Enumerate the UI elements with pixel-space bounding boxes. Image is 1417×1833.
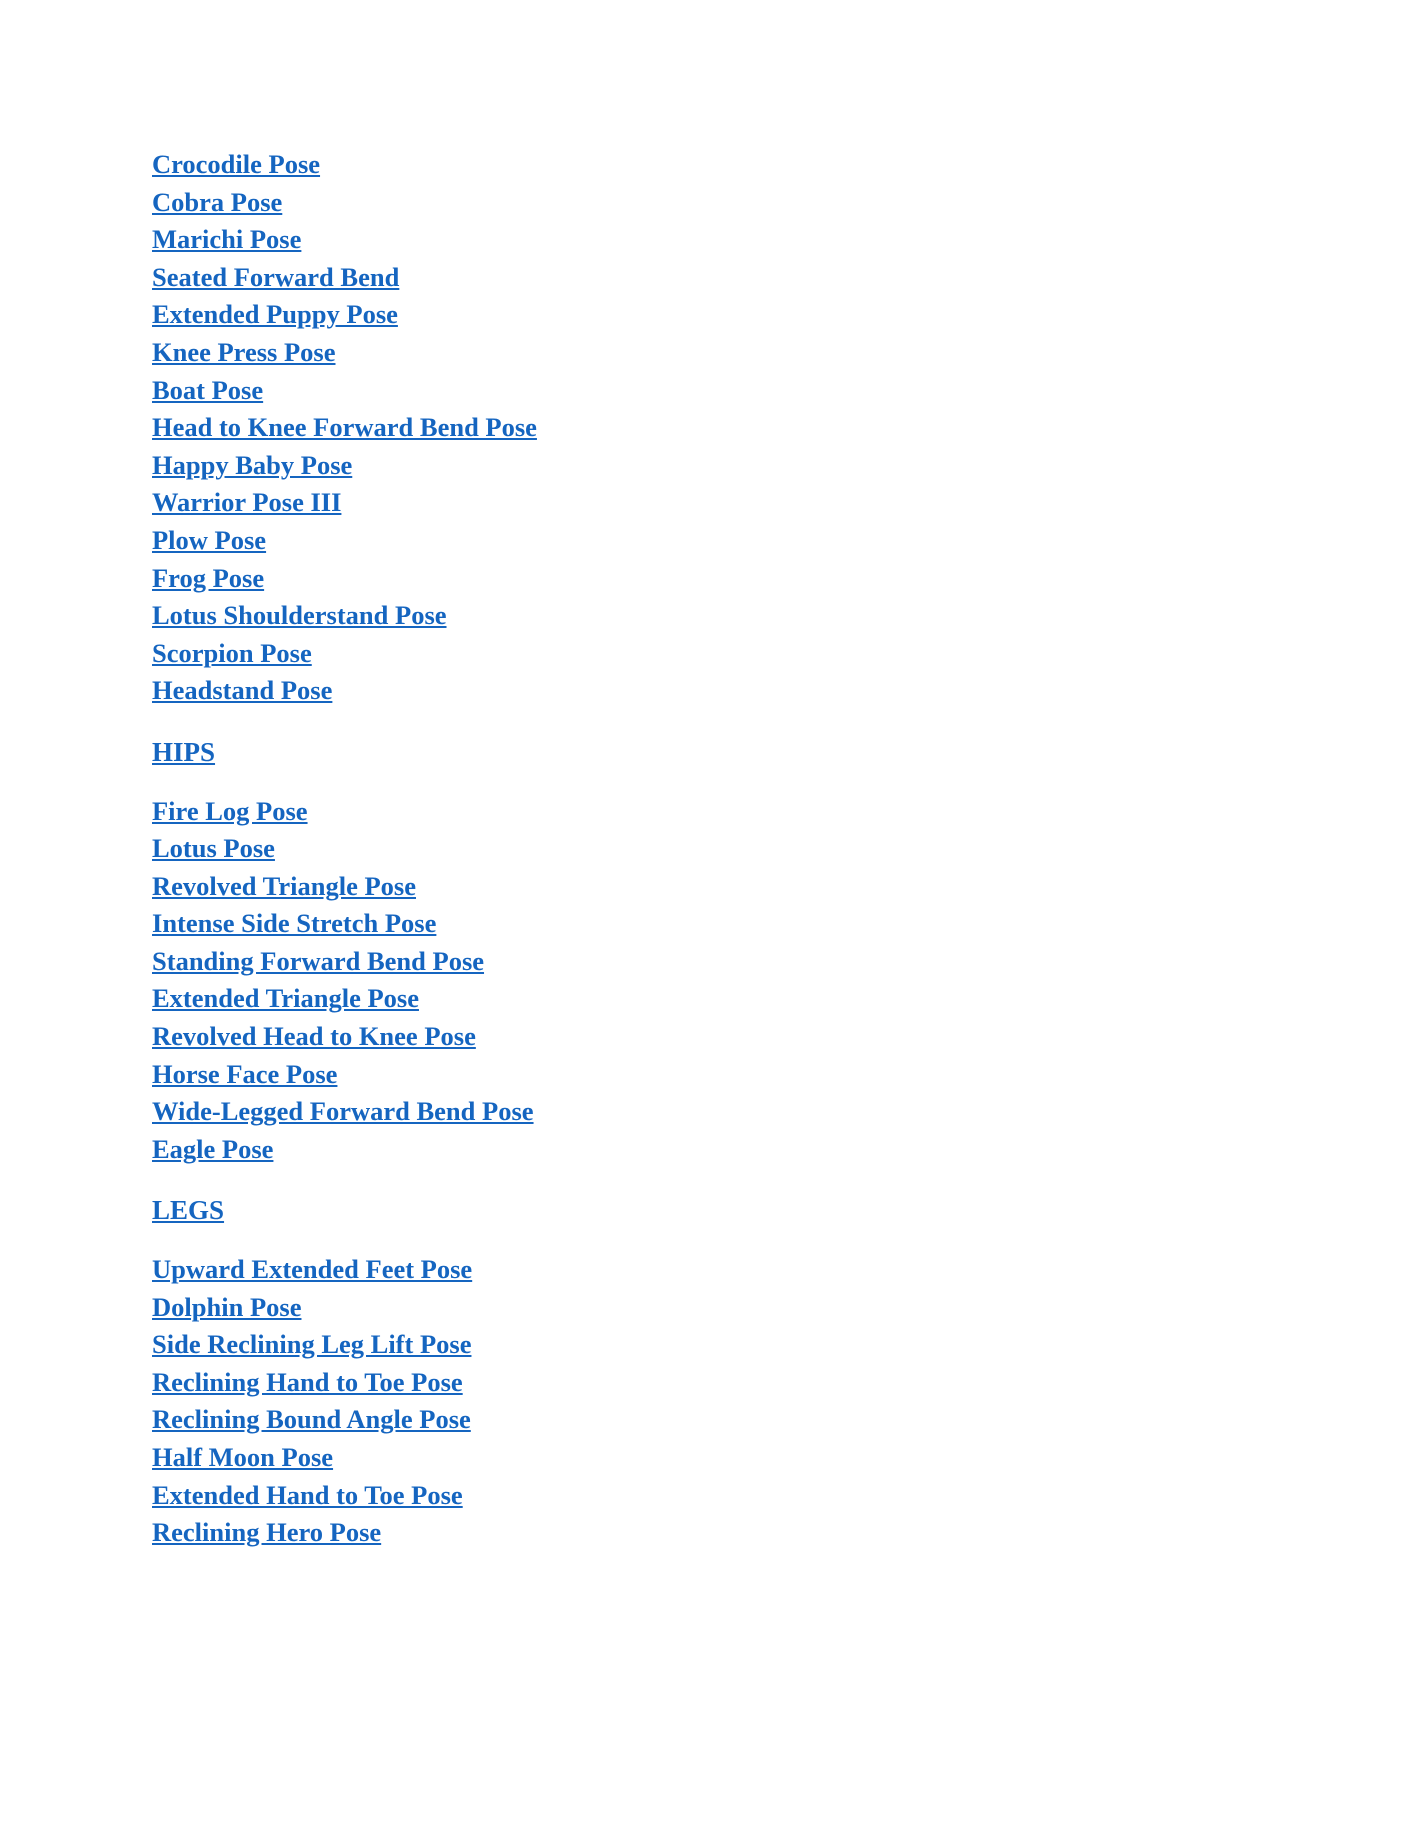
list-item: Boat Pose: [152, 374, 1262, 412]
list-item: Frog Pose: [152, 562, 1262, 600]
list-item: Warrior Pose III: [152, 486, 1262, 524]
list-item: Extended Hand to Toe Pose: [152, 1479, 1262, 1517]
pose-link-extended-triangle-pose[interactable]: Extended Triangle Pose: [152, 983, 419, 1013]
pose-link-seated-forward-bend[interactable]: Seated Forward Bend: [152, 262, 399, 292]
list-item: Seated Forward Bend: [152, 261, 1262, 299]
pose-link-revolved-head-to-knee-pose[interactable]: Revolved Head to Knee Pose: [152, 1021, 476, 1051]
heading-spacer: [152, 770, 1262, 795]
pose-section-hips: HIPS Fire Log Pose Lotus Pose Revolved T…: [152, 736, 1262, 1171]
list-item: Cobra Pose: [152, 186, 1262, 224]
list-item: Extended Triangle Pose: [152, 982, 1262, 1020]
pose-link-extended-hand-to-toe-pose[interactable]: Extended Hand to Toe Pose: [152, 1480, 463, 1510]
list-item: Headstand Pose: [152, 674, 1262, 712]
pose-link-extended-puppy-pose[interactable]: Extended Puppy Pose: [152, 299, 398, 329]
list-item: Revolved Triangle Pose: [152, 870, 1262, 908]
pose-link-lotus-shoulderstand-pose[interactable]: Lotus Shoulderstand Pose: [152, 600, 447, 630]
pose-link-standing-forward-bend-pose[interactable]: Standing Forward Bend Pose: [152, 946, 484, 976]
list-item: Wide-Legged Forward Bend Pose: [152, 1095, 1262, 1133]
list-item: Crocodile Pose: [152, 148, 1262, 186]
section-heading-hips-link[interactable]: HIPS: [152, 737, 215, 767]
list-item: Fire Log Pose: [152, 795, 1262, 833]
list-item: Standing Forward Bend Pose: [152, 945, 1262, 983]
pose-link-headstand-pose[interactable]: Headstand Pose: [152, 675, 332, 705]
pose-link-crocodile-pose[interactable]: Crocodile Pose: [152, 149, 320, 179]
pose-section-legs: LEGS Upward Extended Feet Pose Dolphin P…: [152, 1194, 1262, 1553]
list-item: Reclining Hand to Toe Pose: [152, 1366, 1262, 1404]
list-item: Extended Puppy Pose: [152, 298, 1262, 336]
list-item: Horse Face Pose: [152, 1058, 1262, 1096]
pose-link-upward-extended-feet-pose[interactable]: Upward Extended Feet Pose: [152, 1254, 472, 1284]
list-item: Lotus Pose: [152, 832, 1262, 870]
list-item: Upward Extended Feet Pose: [152, 1253, 1262, 1291]
list-item: Reclining Bound Angle Pose: [152, 1403, 1262, 1441]
pose-index-body: Crocodile Pose Cobra Pose Marichi Pose S…: [152, 148, 1262, 1554]
section-heading-legs-link[interactable]: LEGS: [152, 1195, 224, 1225]
pose-link-revolved-triangle-pose[interactable]: Revolved Triangle Pose: [152, 871, 416, 901]
pose-link-half-moon-pose[interactable]: Half Moon Pose: [152, 1442, 333, 1472]
list-item: Knee Press Pose: [152, 336, 1262, 374]
document-page: Crocodile Pose Cobra Pose Marichi Pose S…: [0, 0, 1417, 1833]
section-heading-legs: LEGS: [152, 1194, 1262, 1228]
pose-link-frog-pose[interactable]: Frog Pose: [152, 563, 264, 593]
section-heading-hips: HIPS: [152, 736, 1262, 770]
pose-link-horse-face-pose[interactable]: Horse Face Pose: [152, 1059, 337, 1089]
pose-link-marichi-pose[interactable]: Marichi Pose: [152, 224, 301, 254]
pose-link-reclining-hero-pose[interactable]: Reclining Hero Pose: [152, 1517, 381, 1547]
list-item: Dolphin Pose: [152, 1291, 1262, 1329]
list-item: Reclining Hero Pose: [152, 1516, 1262, 1554]
pose-link-reclining-hand-to-toe-pose[interactable]: Reclining Hand to Toe Pose: [152, 1367, 463, 1397]
pose-link-reclining-bound-angle-pose[interactable]: Reclining Bound Angle Pose: [152, 1404, 471, 1434]
list-item: Revolved Head to Knee Pose: [152, 1020, 1262, 1058]
pose-link-happy-baby-pose[interactable]: Happy Baby Pose: [152, 450, 352, 480]
heading-spacer: [152, 1228, 1262, 1253]
list-item: Eagle Pose: [152, 1133, 1262, 1171]
pose-link-side-reclining-leg-lift-pose[interactable]: Side Reclining Leg Lift Pose: [152, 1329, 471, 1359]
pose-link-head-to-knee-forward-bend-pose[interactable]: Head to Knee Forward Bend Pose: [152, 412, 537, 442]
pose-link-fire-log-pose[interactable]: Fire Log Pose: [152, 796, 308, 826]
pose-link-plow-pose[interactable]: Plow Pose: [152, 525, 266, 555]
pose-link-scorpion-pose[interactable]: Scorpion Pose: [152, 638, 312, 668]
list-item: Plow Pose: [152, 524, 1262, 562]
list-item: Half Moon Pose: [152, 1441, 1262, 1479]
list-item: Head to Knee Forward Bend Pose: [152, 411, 1262, 449]
list-item: Scorpion Pose: [152, 637, 1262, 675]
pose-link-dolphin-pose[interactable]: Dolphin Pose: [152, 1292, 301, 1322]
pose-link-wide-legged-forward-bend-pose[interactable]: Wide-Legged Forward Bend Pose: [152, 1096, 534, 1126]
pose-section-back: Crocodile Pose Cobra Pose Marichi Pose S…: [152, 148, 1262, 712]
pose-link-eagle-pose[interactable]: Eagle Pose: [152, 1134, 273, 1164]
pose-link-cobra-pose[interactable]: Cobra Pose: [152, 187, 282, 217]
list-item: Happy Baby Pose: [152, 449, 1262, 487]
pose-link-boat-pose[interactable]: Boat Pose: [152, 375, 263, 405]
pose-link-lotus-pose[interactable]: Lotus Pose: [152, 833, 275, 863]
pose-link-list: Upward Extended Feet Pose Dolphin Pose S…: [152, 1253, 1262, 1554]
pose-link-intense-side-stretch-pose[interactable]: Intense Side Stretch Pose: [152, 908, 436, 938]
pose-link-list: Crocodile Pose Cobra Pose Marichi Pose S…: [152, 148, 1262, 712]
pose-link-knee-press-pose[interactable]: Knee Press Pose: [152, 337, 336, 367]
list-item: Intense Side Stretch Pose: [152, 907, 1262, 945]
pose-link-list: Fire Log Pose Lotus Pose Revolved Triang…: [152, 795, 1262, 1171]
list-item: Marichi Pose: [152, 223, 1262, 261]
list-item: Lotus Shoulderstand Pose: [152, 599, 1262, 637]
pose-link-warrior-pose-iii[interactable]: Warrior Pose III: [152, 487, 341, 517]
list-item: Side Reclining Leg Lift Pose: [152, 1328, 1262, 1366]
